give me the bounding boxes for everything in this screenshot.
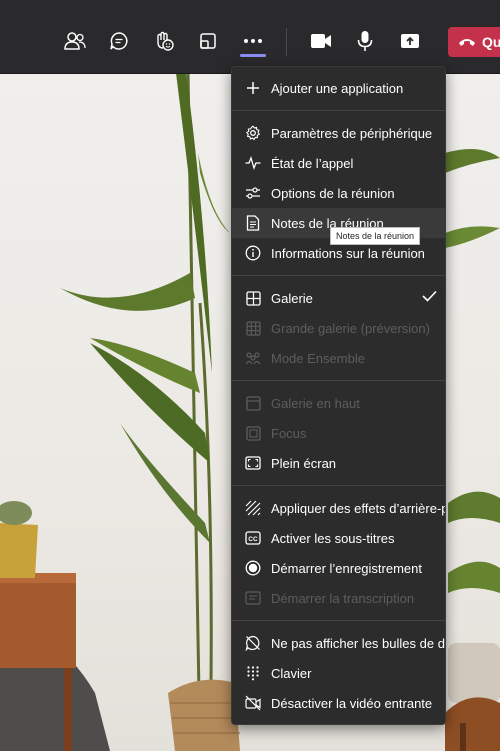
background-effects-icon [245, 500, 261, 516]
reactions-button[interactable] [149, 26, 179, 56]
menu-item-fullscreen[interactable]: Plein écran [232, 448, 445, 478]
pulse-icon [245, 155, 261, 171]
options-icon [245, 185, 261, 201]
chat-button[interactable] [104, 26, 134, 56]
menu-item-label: Galerie [271, 290, 313, 306]
menu-item-label: Ajouter une application [271, 80, 404, 96]
participants-icon [64, 32, 86, 50]
menu-item-label: Démarrer l’enregistrement [271, 560, 422, 576]
menu-item-label: Démarrer la transcription [271, 590, 415, 606]
checkmark-icon [422, 290, 437, 302]
menu-item-gallery-top: Galerie en haut [232, 388, 445, 418]
menu-item-label: Désactiver la vidéo entrante [271, 695, 433, 711]
menu-item-background-effects[interactable]: Appliquer des effets d’arrière-p [232, 493, 445, 523]
menu-item-label: Mode Ensemble [271, 350, 365, 366]
gallery-icon [245, 290, 261, 306]
more-actions-menu: Ajouter une application Paramètres de pé… [231, 66, 446, 725]
call-toolbar: Qu [0, 0, 500, 74]
share-icon [401, 34, 419, 48]
video-off-icon [245, 695, 261, 711]
menu-item-label: Paramètres de périphérique [271, 125, 433, 141]
menu-separator [232, 110, 445, 111]
menu-item-start-recording[interactable]: Démarrer l’enregistrement [232, 553, 445, 583]
menu-item-add-app[interactable]: Ajouter une application [232, 73, 445, 103]
menu-item-meeting-options[interactable]: Options de la réunion [232, 178, 445, 208]
microphone-icon [357, 31, 373, 51]
menu-separator [232, 485, 445, 486]
menu-item-together-mode: Mode Ensemble [232, 343, 445, 373]
menu-item-start-transcription: Démarrer la transcription [232, 583, 445, 613]
toolbar-divider [286, 28, 287, 56]
menu-item-disable-incoming-video[interactable]: Désactiver la vidéo entrante [232, 688, 445, 718]
leave-button[interactable]: Qu [448, 27, 500, 57]
menu-item-label: Options de la réunion [271, 185, 395, 201]
info-icon [245, 245, 261, 261]
together-mode-icon [245, 350, 261, 366]
focus-icon [245, 425, 261, 441]
microphone-button[interactable] [350, 26, 380, 56]
record-icon [245, 560, 261, 576]
active-indicator [240, 54, 266, 57]
participants-button[interactable] [60, 26, 90, 56]
captions-icon: CC [245, 530, 261, 546]
menu-item-label: Activer les sous-titres [271, 530, 395, 546]
camera-button[interactable] [306, 26, 336, 56]
menu-item-label: Appliquer des effets d’arrière-p [271, 500, 446, 516]
menu-item-gallery[interactable]: Galerie [232, 283, 445, 313]
more-actions-icon [244, 39, 262, 43]
hide-bubbles-icon [245, 635, 261, 651]
menu-item-label: Plein écran [271, 455, 337, 471]
menu-separator [232, 380, 445, 381]
tooltip: Notes de la réunion [330, 227, 421, 245]
rooms-button[interactable] [193, 26, 223, 56]
notes-icon [245, 215, 261, 231]
gear-icon [245, 125, 261, 141]
plus-icon [245, 80, 261, 96]
menu-item-label: Clavier [271, 665, 312, 681]
menu-item-hide-chat-bubbles[interactable]: Ne pas afficher les bulles de di [232, 628, 445, 658]
share-button[interactable] [395, 26, 425, 56]
rooms-icon [200, 33, 216, 49]
menu-item-call-health[interactable]: État de l’appel [232, 148, 445, 178]
leave-button-label: Qu [482, 34, 500, 50]
large-gallery-icon [245, 320, 261, 336]
fullscreen-icon [245, 455, 261, 471]
menu-item-label: Galerie en haut [271, 395, 360, 411]
chat-icon [110, 32, 128, 50]
transcript-icon [245, 590, 261, 606]
menu-item-label: État de l’appel [271, 155, 354, 171]
keypad-icon [245, 665, 261, 681]
menu-item-label: Focus [271, 425, 307, 441]
menu-item-large-gallery: Grande galerie (préversion) [232, 313, 445, 343]
menu-separator [232, 275, 445, 276]
menu-item-label: Ne pas afficher les bulles de di [271, 635, 446, 651]
menu-item-label: Grande galerie (préversion) [271, 320, 430, 336]
reactions-icon [157, 31, 174, 51]
svg-text:CC: CC [248, 536, 258, 543]
hangup-icon [459, 39, 475, 46]
camera-icon [311, 34, 331, 48]
menu-item-device-settings[interactable]: Paramètres de périphérique [232, 118, 445, 148]
menu-item-keypad[interactable]: Clavier [232, 658, 445, 688]
menu-item-captions[interactable]: CC Activer les sous-titres [232, 523, 445, 553]
menu-item-focus: Focus [232, 418, 445, 448]
menu-item-label: Informations sur la réunion [271, 245, 425, 261]
more-actions-button[interactable] [238, 26, 268, 56]
menu-separator [232, 620, 445, 621]
gallery-top-icon [245, 395, 261, 411]
